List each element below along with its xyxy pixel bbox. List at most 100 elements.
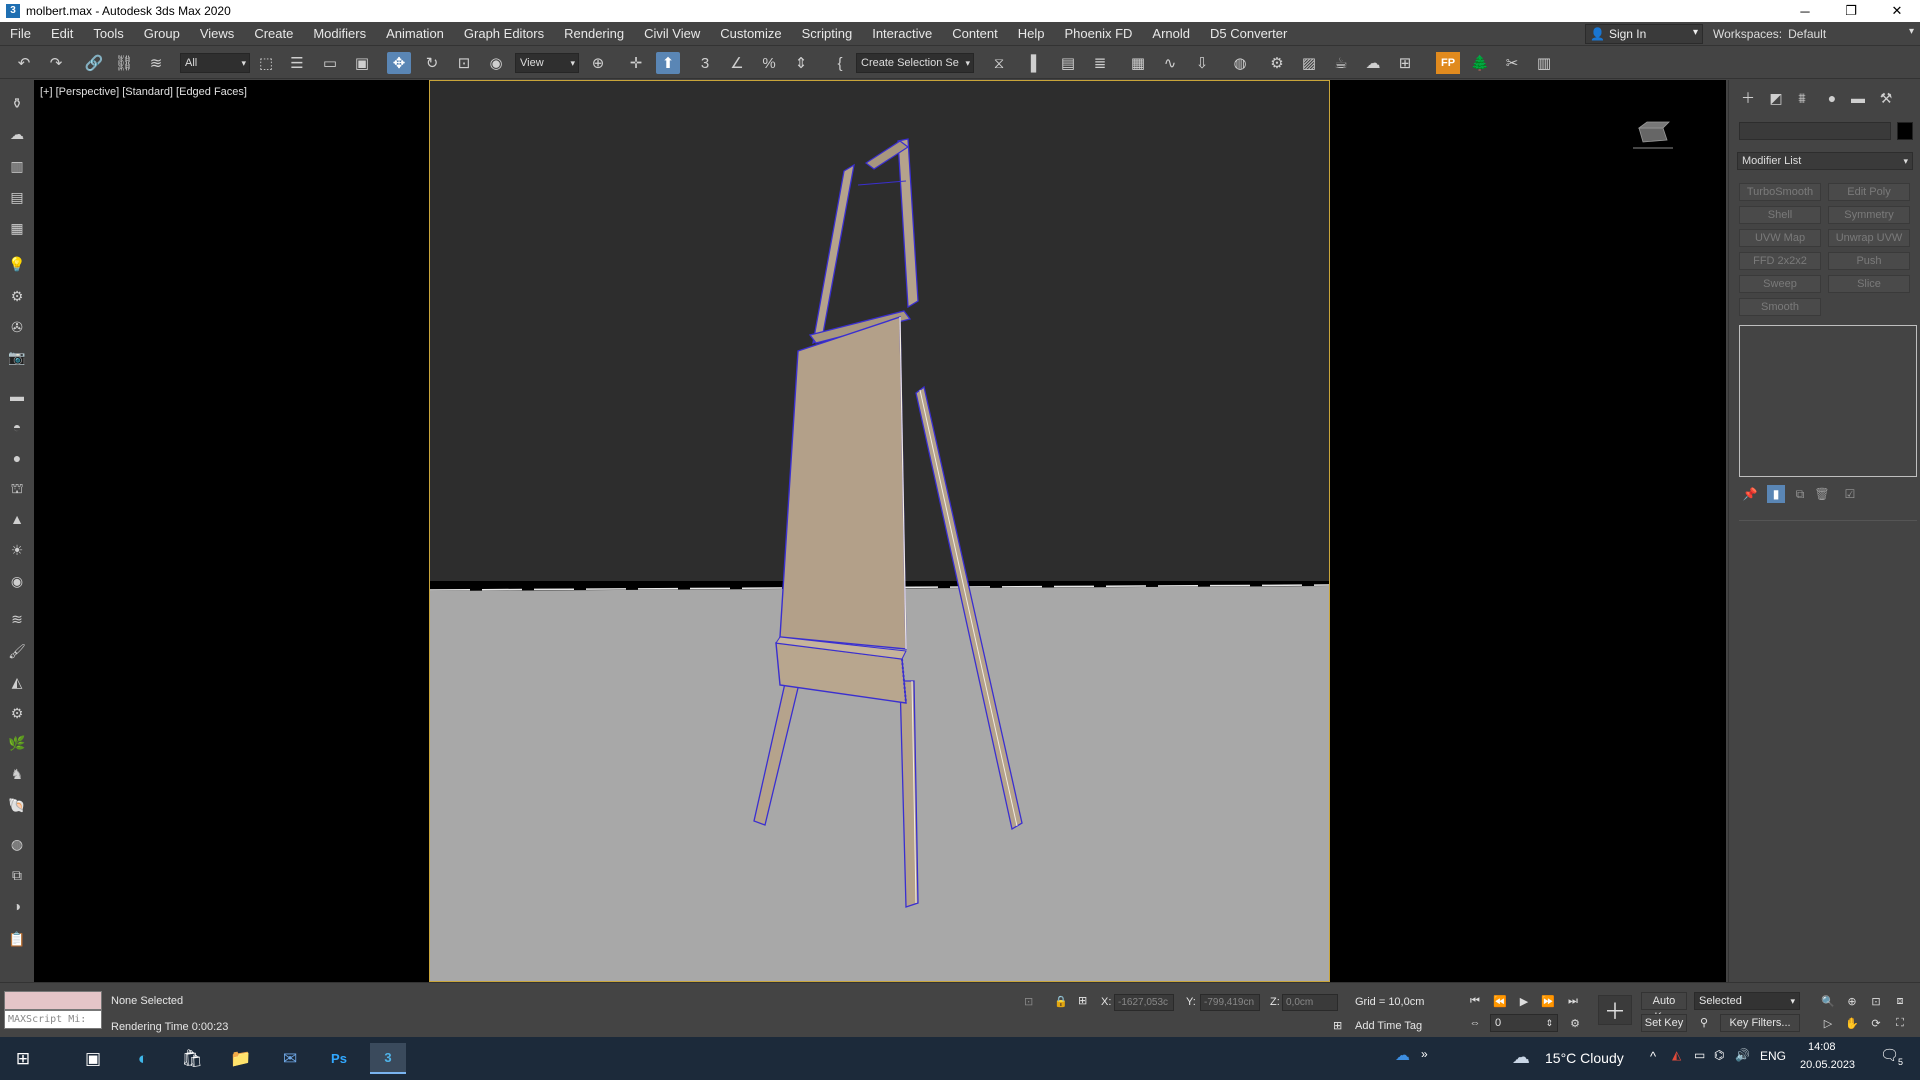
align-icon[interactable]: ▐: [1019, 52, 1043, 74]
sweep-button[interactable]: Sweep: [1739, 275, 1821, 293]
curve-editor-icon[interactable]: ∿: [1158, 52, 1182, 74]
y-coord-field[interactable]: -799,419cn: [1200, 994, 1260, 1011]
angle-snap-icon[interactable]: ∠: [725, 52, 749, 74]
mirror-icon[interactable]: ⧖: [987, 52, 1011, 74]
modifier-stack[interactable]: [1739, 325, 1917, 477]
orbit-icon[interactable]: ⟳: [1866, 1014, 1886, 1032]
tray-overflow-icon[interactable]: »: [1421, 1047, 1428, 1061]
maxscript-listener[interactable]: MAXScript Mi:: [4, 991, 102, 1029]
plant-icon[interactable]: 🌿: [6, 732, 28, 754]
play-icon[interactable]: ▶: [1514, 992, 1534, 1010]
key-mode-dropdown[interactable]: Selected ▾: [1694, 992, 1800, 1010]
forest-pack-icon[interactable]: 🌲: [1468, 52, 1492, 74]
windows-start-icon[interactable]: ⊞: [5, 1043, 41, 1074]
layer-explorer-icon[interactable]: ≣: [1088, 52, 1112, 74]
gear-icon[interactable]: ⚙: [6, 702, 28, 724]
edit-named-selection-icon[interactable]: {: [828, 52, 852, 74]
task-view-icon[interactable]: ▣: [75, 1043, 111, 1074]
tools-icon[interactable]: ✂: [1500, 52, 1524, 74]
tray-monitor-icon[interactable]: ▭: [1694, 1048, 1705, 1062]
zoom-extents-icon[interactable]: ⊡: [1866, 992, 1886, 1010]
maxscript-output[interactable]: [4, 991, 102, 1010]
menu-group[interactable]: Group: [134, 22, 190, 46]
grid-icon[interactable]: ▦: [6, 217, 28, 239]
material-editor-icon[interactable]: ◍: [1228, 52, 1252, 74]
ribbon-toggle-icon[interactable]: ▦: [1126, 52, 1150, 74]
z-coord-field[interactable]: 0,0cm: [1282, 994, 1338, 1011]
globe-icon[interactable]: ◍: [6, 833, 28, 855]
menu-content[interactable]: Content: [942, 22, 1008, 46]
menu-file[interactable]: File: [0, 22, 41, 46]
pivot-center-icon[interactable]: ⊕: [586, 52, 610, 74]
select-object-icon[interactable]: ⬚: [254, 52, 278, 74]
unlink-icon[interactable]: ⛓: [112, 52, 136, 74]
menu-rendering[interactable]: Rendering: [554, 22, 634, 46]
zoom-extents-all-icon[interactable]: ⧈: [1890, 992, 1910, 1010]
motion-tab-icon[interactable]: ●: [1821, 88, 1843, 108]
sun-icon[interactable]: ☀: [6, 539, 28, 561]
workspaces-dropdown[interactable]: Workspaces: Default ▾: [1713, 24, 1920, 44]
maximize-button[interactable]: ❐: [1828, 0, 1874, 22]
slice-button[interactable]: Slice: [1828, 275, 1910, 293]
select-by-name-icon[interactable]: ☰: [285, 52, 309, 74]
menu-graph-editors[interactable]: Graph Editors: [454, 22, 554, 46]
zoom-icon[interactable]: 🔍: [1818, 992, 1838, 1010]
fov-icon[interactable]: ▷: [1818, 1014, 1838, 1032]
maxscript-input[interactable]: MAXScript Mi:: [4, 1010, 102, 1029]
key-mode-toggle-icon[interactable]: ⇔: [1465, 1014, 1485, 1032]
render-icon[interactable]: ☕: [1329, 52, 1353, 74]
current-frame-field[interactable]: 0 ⇕: [1490, 1014, 1558, 1032]
clipboard-icon[interactable]: 📋: [6, 928, 28, 950]
disc-icon[interactable]: ◉: [6, 570, 28, 592]
bind-space-warp-icon[interactable]: ≋: [144, 52, 168, 74]
cone-icon[interactable]: ▲: [6, 508, 28, 530]
language-indicator[interactable]: ENG: [1760, 1049, 1786, 1063]
a360-gallery-icon[interactable]: ⊞: [1393, 52, 1417, 74]
triangle-tool-icon[interactable]: ◭: [6, 671, 28, 693]
auto-key-button[interactable]: Auto Key: [1641, 992, 1687, 1023]
camera-icon[interactable]: 📷: [6, 346, 28, 368]
goto-end-icon[interactable]: ⏭: [1563, 992, 1583, 1010]
menu-tools[interactable]: Tools: [83, 22, 133, 46]
lock-icon[interactable]: 🔒: [1054, 995, 1068, 1008]
select-manipulate-icon[interactable]: ✛: [624, 52, 648, 74]
keyboard-shortcut-override-icon[interactable]: ⬆: [656, 52, 680, 74]
teapot-icon[interactable]: ⚱: [6, 92, 28, 114]
menu-customize[interactable]: Customize: [710, 22, 791, 46]
percent-snap-icon[interactable]: %: [757, 52, 781, 74]
menu-modifiers[interactable]: Modifiers: [303, 22, 376, 46]
menu-views[interactable]: Views: [190, 22, 244, 46]
hemisphere-icon[interactable]: ◓: [6, 416, 28, 438]
light-bulb-icon[interactable]: 💡: [6, 253, 28, 275]
object-name-field[interactable]: [1739, 122, 1891, 140]
menu-phoenix-fd[interactable]: Phoenix FD: [1055, 22, 1143, 46]
cloud-icon[interactable]: ☁: [6, 123, 28, 145]
pan-icon[interactable]: ✋: [1842, 1014, 1862, 1032]
3ds-max-icon[interactable]: 3: [370, 1043, 406, 1074]
scene-explorer-icon[interactable]: ▤: [1056, 52, 1080, 74]
display-tab-icon[interactable]: ▬: [1847, 88, 1869, 108]
spinner-snap-icon[interactable]: ⇕: [789, 52, 813, 74]
window-crossing-icon[interactable]: ▣: [350, 52, 374, 74]
make-unique-icon[interactable]: ⧉: [1791, 485, 1809, 503]
safe-frame-region[interactable]: [429, 80, 1330, 982]
render-cloud-icon[interactable]: ☁: [1361, 52, 1385, 74]
viewcube[interactable]: [1633, 118, 1673, 154]
modifier-list-dropdown[interactable]: Modifier List ▾: [1737, 152, 1913, 170]
clock-time[interactable]: 14:08: [1808, 1041, 1836, 1053]
utilities-tab-icon[interactable]: ⚒: [1875, 88, 1897, 108]
pin-stack-icon[interactable]: 📌: [1741, 485, 1759, 503]
isolate-icon[interactable]: ⊡: [1024, 995, 1033, 1008]
fan-icon[interactable]: ✇: [6, 316, 28, 338]
sign-in-dropdown[interactable]: 👤 Sign In ▾: [1585, 24, 1703, 44]
turbosmooth-button[interactable]: TurboSmooth: [1739, 183, 1821, 201]
symmetry-button[interactable]: Symmetry: [1828, 206, 1910, 224]
weather-text[interactable]: 15°C Cloudy: [1545, 1050, 1624, 1066]
uvw-map-button[interactable]: UVW Map: [1739, 229, 1821, 247]
viewport-label[interactable]: [+] [Perspective] [Standard] [Edged Face…: [40, 86, 247, 98]
sphere-icon[interactable]: ●: [6, 447, 28, 469]
snaps-toggle-icon[interactable]: 3: [693, 52, 717, 74]
remove-modifier-icon[interactable]: 🗑: [1813, 485, 1831, 503]
rendered-frame-icon[interactable]: ▨: [1297, 52, 1321, 74]
menu-help[interactable]: Help: [1008, 22, 1055, 46]
